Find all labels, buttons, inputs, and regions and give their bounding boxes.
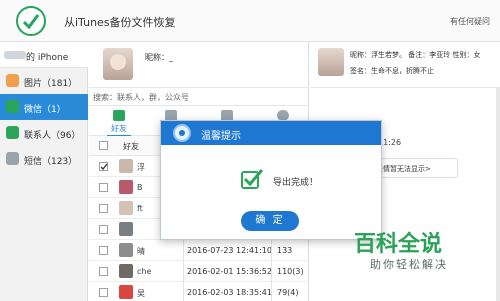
select-all-checkbox[interactable] (99, 141, 108, 150)
contact-info: 昵称：浮生若梦。 备注：李亚玲 性别：女 签名：生命不息，折腾不止 (310, 42, 500, 88)
notice-dialog: 温馨提示 导出完成！ 确 定 (160, 120, 382, 240)
last-message-date: 2016-02-01 15:36:52 (187, 267, 272, 276)
check-icon (100, 163, 108, 170)
checkmark-logo-icon (22, 14, 40, 29)
contact-name: 吴 (137, 289, 145, 298)
sidebar-item-label: 微信（1） (24, 105, 66, 115)
dialog-header: 温馨提示 (161, 121, 381, 145)
row-checkbox[interactable] (99, 183, 108, 192)
last-message-date: 2016-02-03 18:35:41 (187, 288, 272, 297)
contact-avatar (119, 159, 133, 173)
contact-signature: 签名：生命不息，折腾不止 (350, 67, 434, 75)
column-divider (183, 282, 184, 301)
top-bar: 从iTunes备份文件恢复 有任何疑问 (0, 0, 500, 42)
contact-name: 浮 (137, 163, 145, 172)
column-divider (183, 240, 184, 261)
row-checkbox[interactable] (99, 288, 108, 297)
scrollbar[interactable] (496, 88, 500, 301)
column-header-name: 好友 (123, 142, 139, 151)
contact-avatar (119, 201, 133, 215)
table-row[interactable]: 晴 2016-07-23 12:41:10 133 (89, 240, 309, 261)
column-divider (271, 282, 272, 301)
watermark-subtitle: 助你轻松解决 (370, 258, 448, 271)
search-input[interactable]: 搜索：联系人，群，公众号 (93, 92, 189, 103)
contact-name: ft (137, 204, 143, 213)
sidebar-item-sms[interactable]: 短信（123） (0, 146, 88, 172)
contact-details: 昵称：浮生若梦。 备注：李亚玲 性别：女 (350, 51, 481, 59)
message-count: 79(4) (277, 288, 299, 297)
row-checkbox[interactable] (99, 162, 108, 171)
device-name-blur (4, 51, 26, 59)
column-divider (271, 261, 272, 282)
wechat-icon (6, 100, 19, 113)
contact-avatar (119, 243, 133, 257)
dialog-title: 温馨提示 (201, 131, 241, 142)
sidebar-item-photos[interactable]: 图片（181） (0, 68, 88, 94)
sidebar-item-label: 联系人（96） (24, 131, 81, 141)
column-divider (183, 261, 184, 282)
row-checkbox[interactable] (99, 225, 108, 234)
sidebar-item-label: 图片（181） (24, 79, 78, 89)
contact-name: B (137, 183, 143, 192)
contacts-icon (6, 126, 19, 139)
message-count: 110(3) (277, 267, 304, 276)
device-row[interactable]: 的 iPhone (0, 42, 88, 68)
dialog-message: 导出完成！ (273, 178, 319, 188)
device-name: 的 iPhone (26, 53, 69, 63)
app-logo-icon (173, 124, 191, 142)
table-row[interactable]: 吴 2016-02-03 18:35:41 79(4) (89, 282, 309, 301)
tab-friends[interactable]: 好友 (99, 110, 139, 137)
sidebar: 的 iPhone 图片（181） 微信（1） 联系人（96） 短信（123） (0, 42, 88, 301)
sms-icon (6, 152, 19, 165)
app-logo (16, 6, 46, 36)
sidebar-item-wechat[interactable]: 微信（1） (0, 94, 88, 120)
contact-avatar (119, 222, 133, 236)
table-row[interactable]: che 2016-02-01 15:36:52 110(3) (89, 261, 309, 282)
watermark-title: 百科全说 (354, 232, 443, 257)
contact-avatar (119, 180, 133, 194)
message-count: 133 (277, 246, 293, 255)
search-bar[interactable]: 搜索：联系人，群，公众号 (89, 88, 309, 106)
last-message-date: 2016-07-23 12:41:10 (187, 246, 272, 255)
contact-name: 晴 (137, 247, 145, 256)
column-divider (271, 240, 272, 261)
sidebar-item-contacts[interactable]: 联系人（96） (0, 120, 88, 146)
row-checkbox[interactable] (99, 267, 108, 276)
account-profile: 昵称：_ (89, 42, 309, 88)
ok-button[interactable]: 确 定 (241, 211, 299, 231)
contact-avatar (119, 264, 133, 278)
row-checkbox[interactable] (99, 246, 108, 255)
help-link[interactable]: 有任何疑问 (450, 16, 490, 27)
contact-name: che (137, 267, 152, 276)
app-title: 从iTunes备份文件恢复 (64, 16, 176, 29)
nickname: 昵称：_ (145, 53, 173, 62)
sidebar-item-label: 短信（123） (24, 157, 78, 167)
friends-tab-icon (113, 110, 125, 121)
contact-avatar (119, 285, 133, 299)
avatar (103, 48, 133, 80)
watermark: 百科全说 助你轻松解决 (330, 224, 490, 284)
row-checkbox[interactable] (99, 204, 108, 213)
tab-label: 好友 (111, 124, 127, 133)
contact-avatar (318, 48, 344, 76)
success-check-icon (241, 169, 264, 189)
photos-icon (6, 74, 19, 87)
